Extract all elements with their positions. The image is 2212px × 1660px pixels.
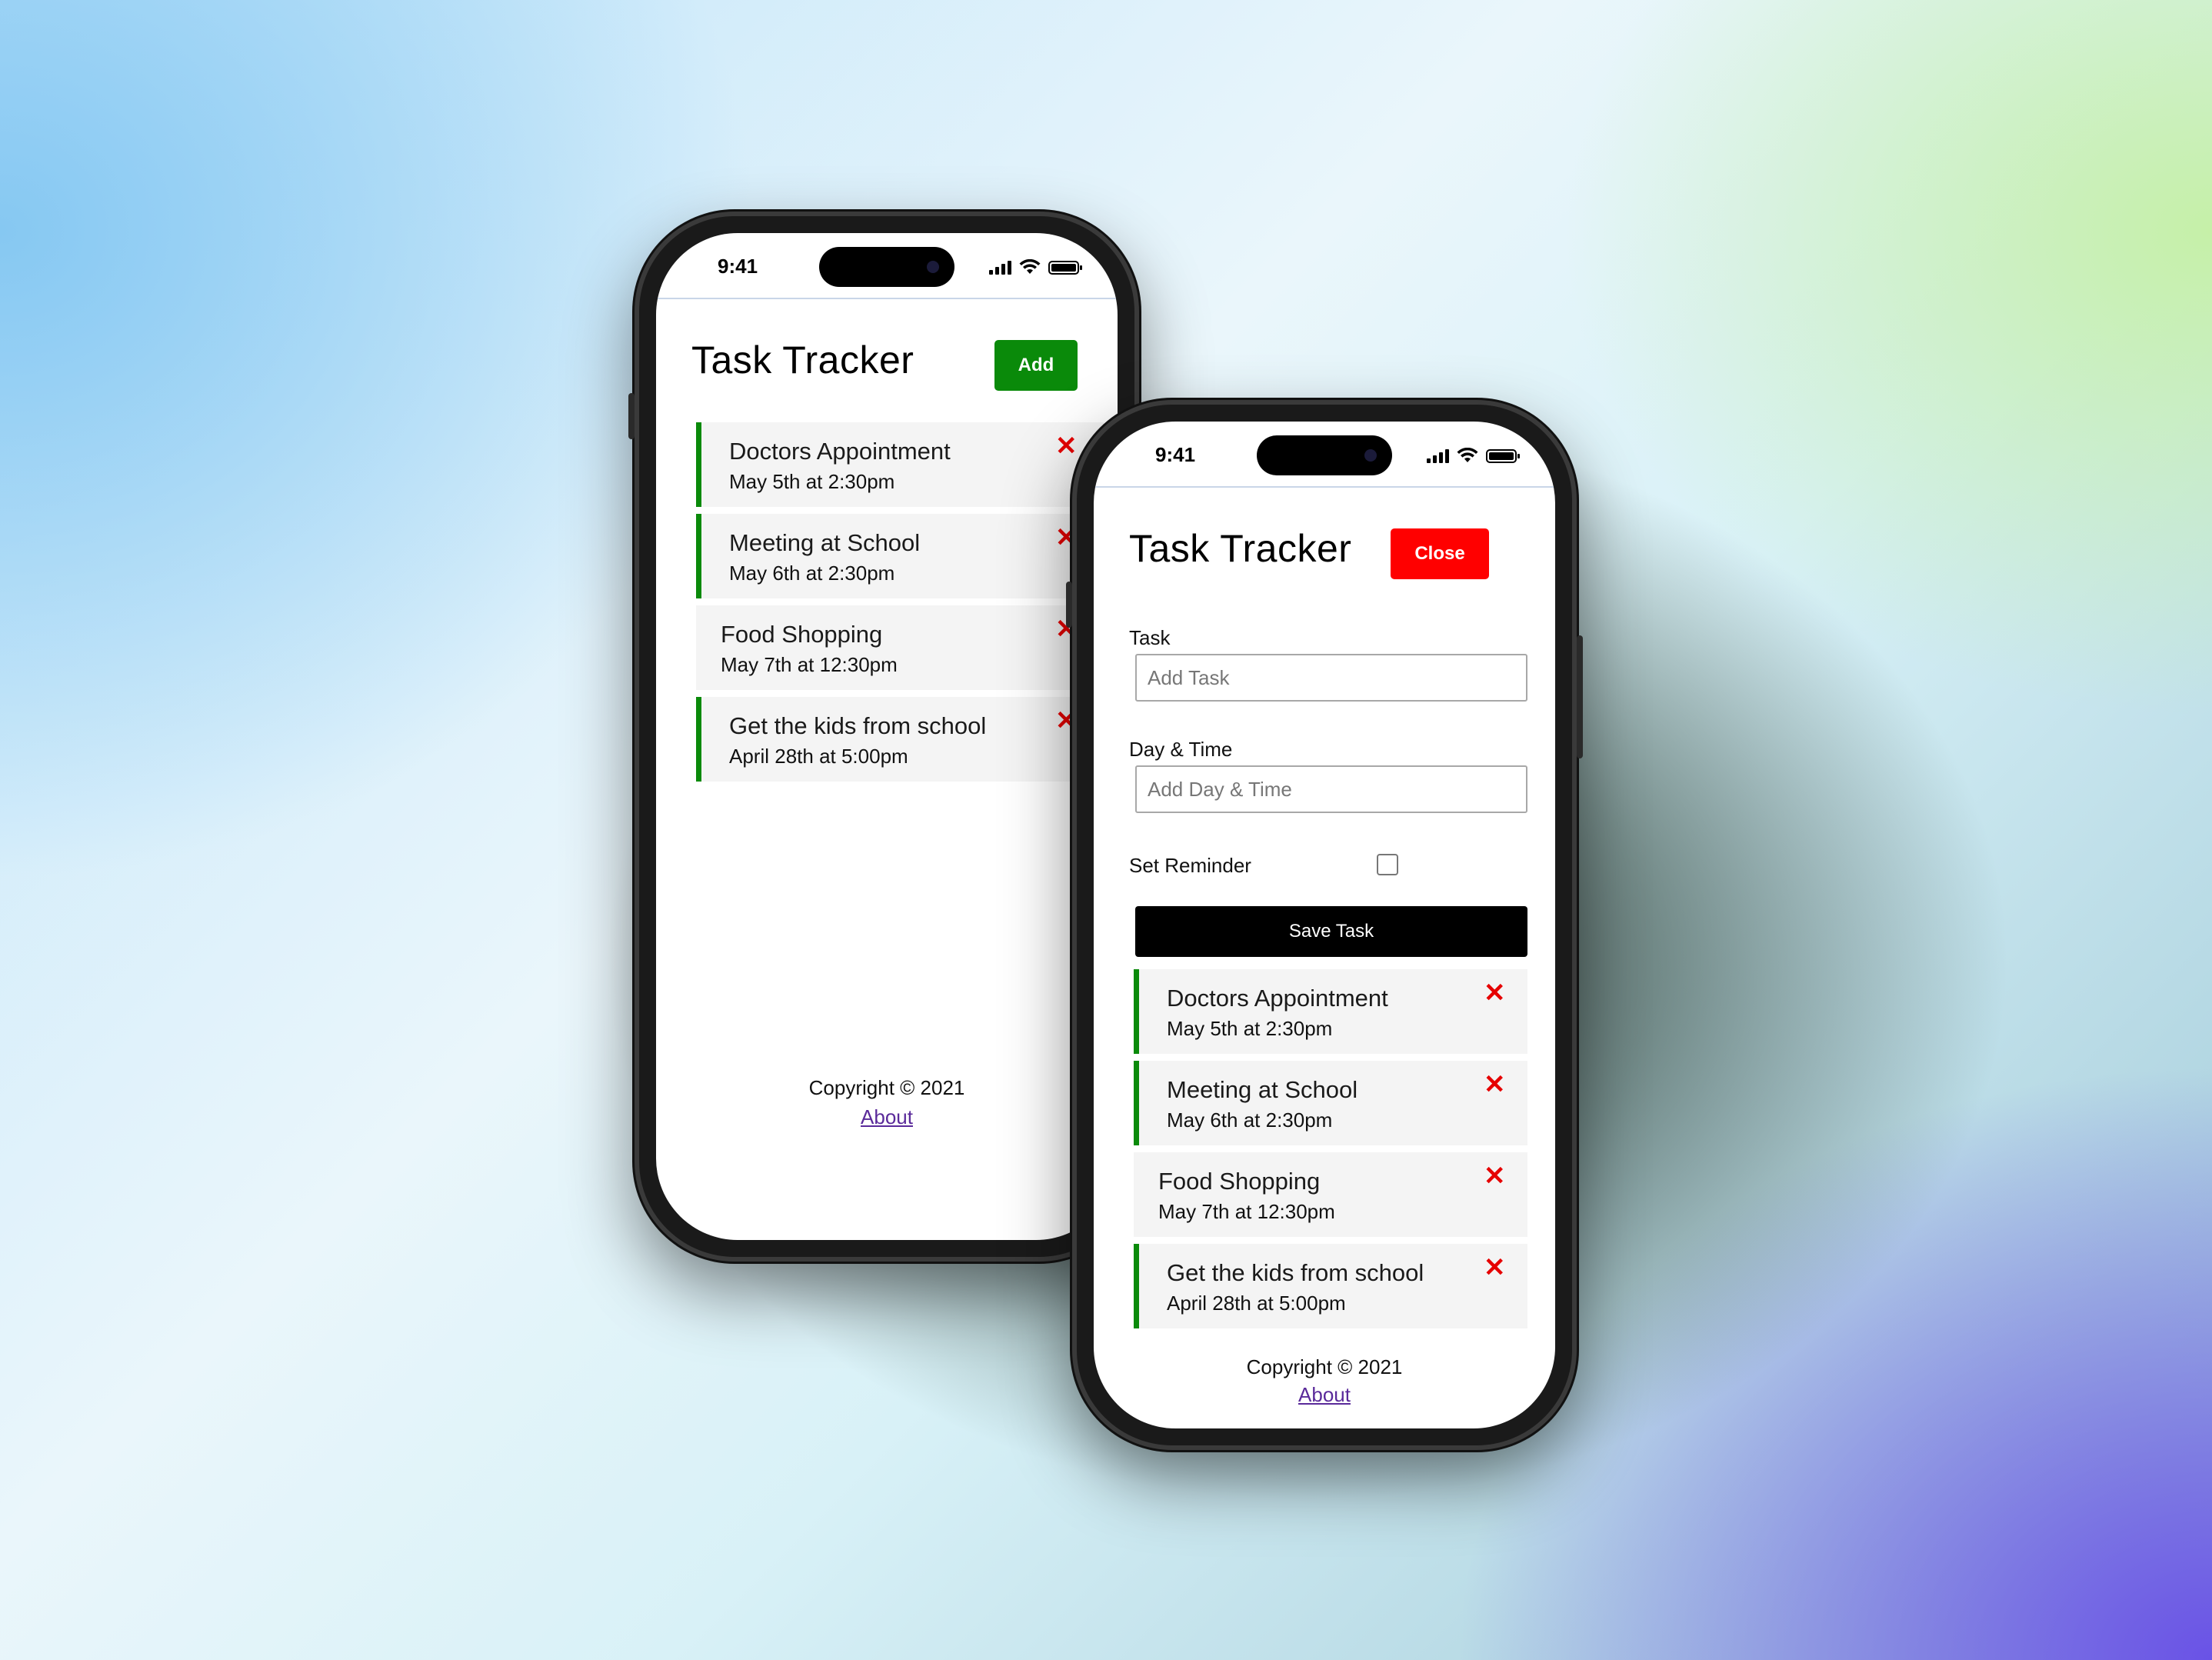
task-text: Doctors Appointment (1167, 985, 1388, 1012)
task-day: April 28th at 5:00pm (1167, 1292, 1346, 1315)
task-text: Meeting at School (1167, 1076, 1358, 1103)
status-icons (1427, 446, 1520, 463)
dynamic-island (1257, 435, 1392, 475)
status-bar: 9:41 (656, 233, 1118, 299)
battery-icon (1486, 449, 1520, 463)
wifi-icon (1019, 259, 1041, 274)
task-item[interactable]: Meeting at School May 6th at 2:30pm ✕ (1134, 1061, 1527, 1145)
wifi-icon (1457, 448, 1478, 462)
delete-icon[interactable]: ✕ (1484, 1255, 1506, 1281)
task-text: Food Shopping (721, 621, 883, 648)
task-item[interactable]: Food Shopping May 7th at 12:30pm ✕ (696, 605, 1104, 690)
task-day: May 6th at 2:30pm (1167, 1108, 1333, 1132)
page-title: Task Tracker (1129, 527, 1352, 570)
dynamic-island (819, 247, 954, 287)
delete-icon[interactable]: ✕ (1484, 1163, 1506, 1189)
phone-right-screen: 9:41 Task Tracker Close Task Day & Time … (1094, 422, 1555, 1428)
save-task-button[interactable]: Save Task (1135, 906, 1527, 957)
delete-icon[interactable]: ✕ (1484, 1072, 1506, 1098)
cellular-signal-icon (989, 259, 1011, 275)
task-text: Doctors Appointment (729, 438, 951, 465)
task-item[interactable]: Meeting at School May 6th at 2:30pm ✕ (696, 514, 1104, 598)
task-item[interactable]: Food Shopping May 7th at 12:30pm ✕ (1134, 1152, 1527, 1237)
task-text: Meeting at School (729, 529, 921, 556)
about-link[interactable]: About (656, 1105, 1118, 1129)
status-time: 9:41 (1155, 443, 1196, 466)
task-day: May 7th at 12:30pm (721, 653, 898, 676)
about-link[interactable]: About (1094, 1383, 1555, 1407)
close-button[interactable]: Close (1391, 528, 1489, 579)
add-button[interactable]: Add (994, 340, 1078, 391)
day-time-input[interactable] (1135, 765, 1527, 813)
task-text: Get the kids from school (1167, 1259, 1424, 1286)
delete-icon[interactable]: ✕ (1484, 980, 1506, 1006)
reminder-checkbox[interactable] (1377, 854, 1398, 875)
set-reminder-label: Set Reminder (1129, 854, 1251, 877)
phone-right: 9:41 Task Tracker Close Task Day & Time … (1066, 400, 1583, 1450)
status-time: 9:41 (718, 255, 758, 278)
task-item[interactable]: Get the kids from school April 28th at 5… (1134, 1244, 1527, 1328)
app-container: Task Tracker Close Task Day & Time Set R… (1094, 486, 1555, 1428)
task-day: April 28th at 5:00pm (729, 745, 908, 768)
phone-left-screen: 9:41 Task Tracker Add Doctors Appointmen… (656, 233, 1118, 1240)
task-day: May 7th at 12:30pm (1158, 1200, 1335, 1223)
day-time-label: Day & Time (1129, 738, 1233, 761)
task-text: Food Shopping (1158, 1168, 1321, 1195)
task-item[interactable]: Doctors Appointment May 5th at 2:30pm ✕ (696, 422, 1104, 507)
cellular-signal-icon (1427, 448, 1449, 463)
page-title: Task Tracker (691, 338, 914, 382)
footer-copyright: Copyright © 2021 (1246, 1355, 1403, 1378)
status-bar: 9:41 (1094, 422, 1555, 488)
task-day: May 5th at 2:30pm (729, 470, 895, 493)
task-day: May 5th at 2:30pm (1167, 1017, 1333, 1040)
battery-icon (1048, 261, 1082, 275)
task-input[interactable] (1135, 654, 1527, 702)
task-text: Get the kids from school (729, 712, 987, 739)
phone-left: 9:41 Task Tracker Add Doctors Appointmen… (628, 212, 1145, 1262)
task-item[interactable]: Get the kids from school April 28th at 5… (696, 697, 1104, 782)
task-item[interactable]: Doctors Appointment May 5th at 2:30pm ✕ (1134, 969, 1527, 1054)
status-icons (989, 258, 1082, 275)
delete-icon[interactable]: ✕ (1055, 433, 1078, 459)
footer-copyright: Copyright © 2021 (808, 1076, 965, 1099)
task-label: Task (1129, 626, 1171, 649)
task-day: May 6th at 2:30pm (729, 562, 895, 585)
app-container: Task Tracker Add Doctors Appointment May… (656, 298, 1118, 1240)
